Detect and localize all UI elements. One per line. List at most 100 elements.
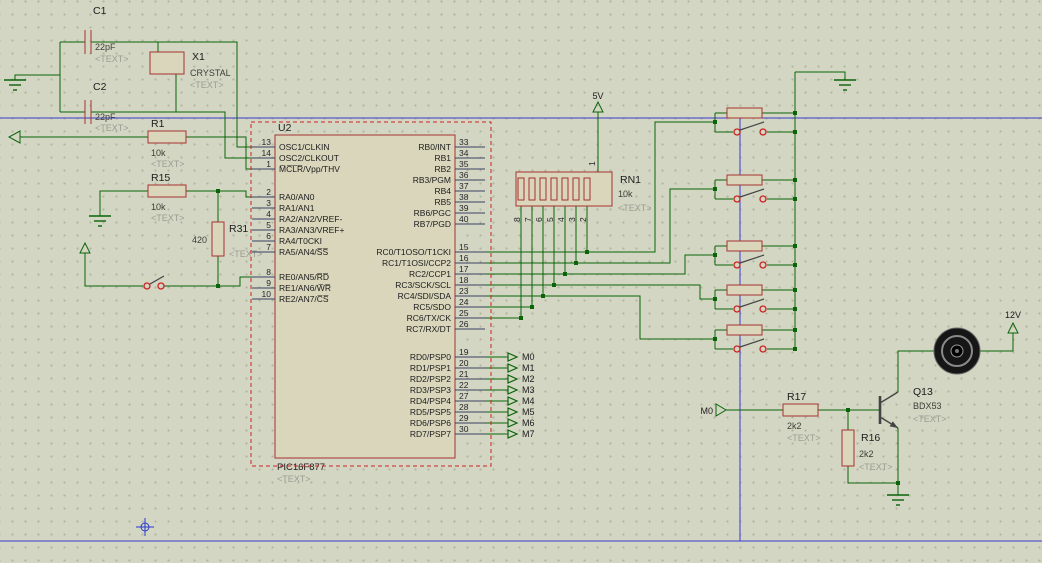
u2-ref-label[interactable]: U2 <box>278 122 292 134</box>
junction-dot <box>793 328 797 332</box>
component-c2[interactable]: C2 22pF <TEXT> <box>84 81 129 133</box>
r17-value-label[interactable]: 2k2 <box>787 421 802 431</box>
terminal-input-left[interactable] <box>7 130 21 144</box>
q13-value-label[interactable]: BDX53 <box>913 401 942 411</box>
wire-segment[interactable] <box>980 333 1014 352</box>
power-12v-label[interactable]: 12V <box>1005 310 1021 320</box>
up-arrow-icon <box>592 100 604 113</box>
junction-dot <box>574 261 578 265</box>
terminal-power-button[interactable] <box>79 241 91 254</box>
c2-ref-label[interactable]: C2 <box>93 81 107 93</box>
u2-pin-number: 37 <box>459 181 469 191</box>
button-contact <box>733 345 741 353</box>
m0-input-label[interactable]: M0 <box>700 406 713 416</box>
x1-value-label[interactable]: CRYSTAL <box>190 68 231 78</box>
wire-segment[interactable] <box>14 74 60 80</box>
rn1-ref-label[interactable]: RN1 <box>620 174 641 186</box>
u2-pin-number: 13 <box>262 137 272 147</box>
u2-pin-number: 2 <box>266 187 271 197</box>
component-x1-crystal[interactable]: X1 CRYSTAL <TEXT> <box>149 51 231 90</box>
output-arrow-icon[interactable] <box>507 407 519 417</box>
q13-ref-label[interactable]: Q13 <box>913 386 933 398</box>
r16-ref-label[interactable]: R16 <box>861 432 880 444</box>
emitter-arrow-icon <box>889 421 898 428</box>
component-r16[interactable]: R16 2k2 <TEXT> <box>841 429 893 472</box>
c1-ref-label[interactable]: C1 <box>93 5 107 17</box>
r31-ref-label[interactable]: R31 <box>229 223 248 235</box>
rn1-pin-number: 6 <box>534 217 544 222</box>
x1-ref-label[interactable]: X1 <box>192 51 205 63</box>
c2-value-label[interactable]: 22pF <box>95 112 116 122</box>
ground-symbol[interactable] <box>4 79 26 91</box>
push-button-left[interactable] <box>143 275 165 290</box>
motor-shaft <box>955 349 959 353</box>
u2-pin-name: RB7/PGD <box>414 219 451 229</box>
output-arrow-icon[interactable] <box>507 418 519 428</box>
ground-symbol[interactable] <box>887 494 909 506</box>
output-label: M7 <box>522 429 535 439</box>
wire-segment[interactable] <box>485 284 715 300</box>
terminal-m0-input[interactable]: M0 <box>700 403 727 417</box>
u2-pin-name: RB6/PGC <box>414 208 451 218</box>
schematic-canvas[interactable]: 5V 12V M0 C1 22pF <TEXT> C2 22pF <TEXT> … <box>0 0 1042 563</box>
r31-value-label[interactable]: 420 <box>192 235 207 245</box>
output-arrow-icon[interactable] <box>507 363 519 373</box>
wire-segment[interactable] <box>795 71 846 80</box>
push-button-pair-3[interactable] <box>726 240 767 269</box>
r1-ref-label[interactable]: R1 <box>151 118 165 130</box>
right-arrow-icon <box>715 403 727 417</box>
button-lever <box>739 298 765 308</box>
wire-segment[interactable] <box>186 136 252 170</box>
r1-value-label[interactable]: 10k <box>151 148 166 158</box>
u2-text-placeholder: <TEXT> <box>277 474 311 484</box>
u2-pin-number: 33 <box>459 137 469 147</box>
r17-ref-label[interactable]: R17 <box>787 391 806 403</box>
push-button-pair-1[interactable] <box>726 107 767 136</box>
power-5v-label[interactable]: 5V <box>592 91 603 101</box>
u2-pin-name: RC7/RX/DT <box>406 324 451 334</box>
rn1-pin-number: 5 <box>545 217 555 222</box>
component-q13-transistor[interactable]: Q13 BDX53 <TEXT> <box>878 386 947 429</box>
junction-dot <box>541 294 545 298</box>
output-arrow-icon[interactable] <box>507 396 519 406</box>
r15-value-label[interactable]: 10k <box>151 202 166 212</box>
u2-pin-number: 8 <box>266 267 271 277</box>
component-r1[interactable]: R1 10k <TEXT> <box>147 118 187 169</box>
wire-segment[interactable] <box>485 254 715 275</box>
push-button-pair-5[interactable] <box>726 324 767 353</box>
component-r17[interactable]: R17 2k2 <TEXT> <box>782 391 821 443</box>
u2-part-label[interactable]: PIC16F877 <box>277 462 325 473</box>
terminal-power-12v[interactable]: 12V <box>1005 310 1021 334</box>
wire-segment[interactable] <box>218 276 252 287</box>
output-arrow-icon[interactable] <box>507 374 519 384</box>
output-arrow-icon[interactable] <box>507 385 519 395</box>
wire-segment[interactable] <box>99 190 148 216</box>
rn1-value-label[interactable]: 10k <box>618 189 633 199</box>
junction-dot <box>713 187 717 191</box>
ground-symbol[interactable] <box>834 79 856 91</box>
push-button-pair-4[interactable] <box>726 284 767 313</box>
output-arrow-icon[interactable] <box>507 352 519 362</box>
wire-layer[interactable] <box>14 41 1014 495</box>
component-c1[interactable]: C1 22pF <TEXT> <box>84 5 129 64</box>
push-button-pair-2[interactable] <box>726 174 767 203</box>
component-r31[interactable]: R31 420 <TEXT> <box>192 221 263 259</box>
r17-text-placeholder: <TEXT> <box>787 433 821 443</box>
rn1-top-pin-number: 1 <box>587 161 597 166</box>
u2-pin-number: 10 <box>262 289 272 299</box>
c1-value-label[interactable]: 22pF <box>95 42 116 52</box>
u2-pin-number: 38 <box>459 192 469 202</box>
wire-segment[interactable] <box>84 253 143 287</box>
button-contact <box>733 195 741 203</box>
r16-value-label[interactable]: 2k2 <box>859 449 874 459</box>
component-r15[interactable]: R15 10k <TEXT> <box>147 172 187 223</box>
ground-symbol[interactable] <box>89 215 111 227</box>
r15-text-placeholder: <TEXT> <box>151 213 185 223</box>
output-arrow-icon[interactable] <box>507 429 519 439</box>
terminal-power-5v[interactable]: 5V <box>592 91 604 113</box>
r15-ref-label[interactable]: R15 <box>151 172 170 184</box>
button-contact <box>759 195 767 203</box>
component-motor[interactable] <box>933 327 981 375</box>
junction-dot <box>713 337 717 341</box>
up-arrow-icon <box>79 241 91 254</box>
